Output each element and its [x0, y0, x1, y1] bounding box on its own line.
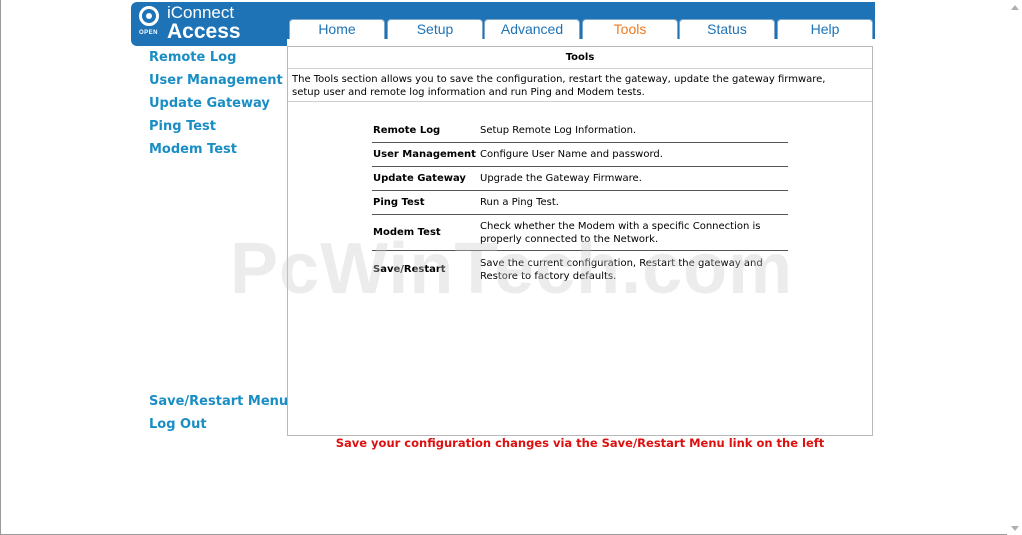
sidebar-item-update-gateway[interactable]: Update Gateway: [149, 96, 270, 111]
scroll-up-icon[interactable]: [1010, 2, 1020, 12]
table-row: Update Gateway Upgrade the Gateway Firmw…: [372, 167, 788, 191]
tab-tools[interactable]: Tools: [582, 19, 678, 39]
sidebar-item-modem-test[interactable]: Modem Test: [149, 142, 237, 157]
row-description: Check whether the Modem with a specific …: [480, 220, 761, 245]
row-description: Run a Ping Test.: [480, 197, 559, 208]
sidebar-item-remote-log[interactable]: Remote Log: [149, 50, 236, 65]
main-tab-bar: Home Setup Advanced Tools Status Help: [287, 2, 875, 39]
table-row: Ping Test Run a Ping Test.: [372, 191, 788, 215]
tab-setup[interactable]: Setup: [387, 19, 483, 39]
save-notice: Save your configuration changes via the …: [335, 436, 825, 450]
row-name: Update Gateway: [373, 173, 466, 184]
table-row: User Management Configure User Name and …: [372, 143, 788, 167]
table-row: Remote Log Setup Remote Log Information.: [372, 119, 788, 143]
sidebar-item-ping-test[interactable]: Ping Test: [149, 119, 216, 134]
panel-divider: [288, 101, 872, 102]
scroll-down-icon[interactable]: [1010, 523, 1020, 533]
sidebar-item-save-restart-menu[interactable]: Save/Restart Menu: [149, 394, 288, 409]
row-name: Remote Log: [373, 125, 441, 136]
sidebar-item-log-out[interactable]: Log Out: [149, 417, 207, 432]
iconnect-access-logo: OPEN iConnect Access: [131, 2, 287, 46]
sidebar-item-user-management[interactable]: User Management: [149, 73, 283, 88]
table-row: Modem Test Check whether the Modem with …: [372, 215, 788, 251]
row-description: Save the current configuration, Restart …: [480, 257, 763, 282]
tab-home[interactable]: Home: [289, 19, 385, 39]
row-description: Setup Remote Log Information.: [480, 125, 637, 136]
row-name: User Management: [373, 149, 476, 160]
open-logo-icon: [139, 6, 159, 26]
tools-table: Remote Log Setup Remote Log Information.…: [372, 119, 788, 288]
vertical-scrollbar[interactable]: [1007, 0, 1022, 535]
tab-advanced[interactable]: Advanced: [484, 19, 580, 39]
panel-description: The Tools section allows you to save the…: [292, 74, 826, 98]
row-name: Save/Restart: [373, 264, 446, 275]
tab-help[interactable]: Help: [777, 19, 873, 39]
logo-text-bottom: Access: [167, 20, 241, 43]
row-description: Upgrade the Gateway Firmware.: [480, 173, 642, 184]
panel-title: Tools: [288, 47, 872, 69]
row-description: Configure User Name and password.: [480, 149, 663, 160]
row-name: Ping Test: [373, 197, 425, 208]
tab-status[interactable]: Status: [679, 19, 775, 39]
tools-content-panel: Tools The Tools section allows you to sa…: [287, 46, 873, 436]
row-name: Modem Test: [373, 227, 441, 238]
logo-badge-text: OPEN: [139, 30, 159, 36]
table-row: Save/Restart Save the current configurat…: [372, 251, 788, 288]
